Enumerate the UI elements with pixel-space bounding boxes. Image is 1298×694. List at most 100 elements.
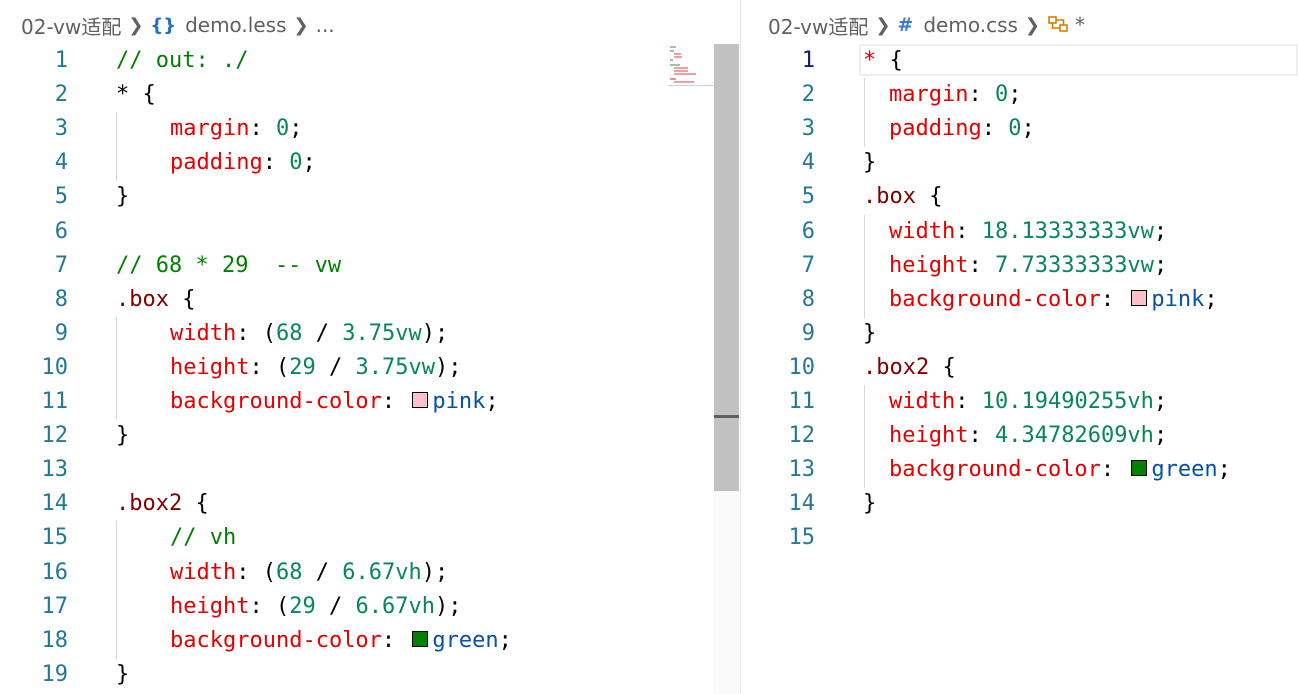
code-token: // vh — [170, 525, 237, 550]
code-token: / — [302, 321, 343, 346]
line-number: 7 — [801, 253, 815, 278]
code-text[interactable]: margin: 0; — [116, 112, 302, 146]
code-text[interactable]: width: 18.13333333vw; — [863, 215, 1167, 249]
color-swatch[interactable] — [1131, 460, 1148, 476]
code-text[interactable]: * { — [863, 44, 903, 78]
indent-guide — [116, 624, 117, 659]
code-token: 0 — [1008, 116, 1022, 141]
indent-guide — [864, 283, 865, 318]
code-token: ; — [1153, 389, 1168, 414]
line-number: 13 — [41, 457, 69, 482]
code-text[interactable]: .box { — [863, 180, 942, 214]
indent-guide — [116, 521, 117, 556]
line-number: 4 — [801, 150, 815, 175]
code-text[interactable]: .box2 { — [863, 351, 956, 385]
code-token: } — [116, 184, 130, 209]
code-token: ; — [1153, 423, 1168, 448]
code-token: ; — [485, 389, 499, 414]
line-number: 18 — [41, 628, 69, 653]
code-text[interactable]: } — [116, 658, 129, 692]
line-number: 6 — [801, 219, 815, 244]
color-swatch[interactable] — [412, 631, 429, 647]
code-token: 3.75vw — [342, 321, 422, 346]
chevron-right-icon: ❯ — [875, 14, 891, 36]
code-text[interactable]: background-color: green; — [863, 453, 1231, 487]
code-token: : — [968, 82, 995, 107]
code-text[interactable]: height: (29 / 3.75vw); — [116, 351, 461, 385]
line-number: 14 — [788, 491, 816, 516]
line-number: 9 — [801, 321, 815, 346]
code-token: : ( — [249, 355, 290, 380]
line-number: 3 — [801, 116, 815, 141]
code-token: background-color — [889, 457, 1101, 482]
indent-guide — [116, 146, 117, 181]
code-text[interactable]: padding: 0; — [116, 146, 316, 180]
breadcrumb-symbol[interactable]: * — [1075, 13, 1085, 37]
breadcrumb-file[interactable]: demo.less — [185, 13, 286, 37]
code-token: .box — [863, 184, 916, 209]
breadcrumb-more[interactable]: ... — [316, 13, 335, 37]
line-number: 15 — [788, 525, 816, 550]
code-text[interactable]: // 68 * 29 -- vw — [116, 249, 341, 283]
code-text[interactable]: padding: 0; — [863, 112, 1035, 146]
code-token: ); — [434, 594, 462, 619]
minimap[interactable] — [668, 44, 714, 86]
code-token: : — [955, 389, 982, 414]
left-editor-pane[interactable]: 02-vw适配 ❯ {} demo.less ❯ ... 1 // out: ./… — [0, 0, 740, 694]
code-text[interactable]: } — [863, 146, 876, 180]
code-text[interactable]: background-color: green; — [116, 624, 512, 658]
line-number: 17 — [41, 594, 69, 619]
code-text[interactable]: } — [116, 180, 129, 214]
scrollbar-thumb[interactable] — [714, 44, 739, 491]
breadcrumb-folder[interactable]: 02-vw适配 — [768, 11, 868, 40]
code-token: * — [863, 48, 877, 73]
code-text[interactable]: background-color: pink; — [863, 283, 1218, 317]
code-text[interactable]: .box { — [116, 283, 195, 317]
code-text[interactable]: .box2 { — [116, 487, 209, 521]
indent-guide — [116, 317, 117, 352]
code-text[interactable]: background-color: pink; — [116, 385, 499, 419]
right-editor-pane[interactable]: 02-vw适配 ❯ # demo.css ❯ * 1 * {2 margin: 0;… — [741, 0, 1298, 694]
breadcrumb: 02-vw适配 ❯ # demo.css ❯ * — [768, 10, 1085, 40]
line-number: 11 — [788, 389, 816, 414]
code-text[interactable]: width: (68 / 6.67vh); — [116, 556, 448, 590]
breadcrumb-folder[interactable]: 02-vw适配 — [21, 11, 121, 40]
code-text[interactable]: width: (68 / 3.75vw); — [116, 317, 448, 351]
code-token: 4.34782609vh — [994, 423, 1154, 448]
code-token: : — [262, 150, 290, 175]
breadcrumb: 02-vw适配 ❯ {} demo.less ❯ ... — [21, 10, 335, 40]
indent-guide — [116, 351, 117, 386]
line-number: 7 — [54, 253, 68, 278]
line-number: 16 — [41, 560, 69, 585]
code-text[interactable]: } — [863, 487, 876, 521]
code-text[interactable]: height: (29 / 6.67vh); — [116, 590, 461, 624]
code-token: margin — [889, 82, 969, 107]
indent-guide — [864, 249, 865, 284]
code-text[interactable]: // vh — [116, 521, 236, 555]
code-text[interactable]: } — [116, 419, 129, 453]
code-token: .box2 — [116, 491, 183, 516]
code-text[interactable]: * { — [116, 78, 156, 112]
code-token: .box — [116, 287, 169, 312]
code-text[interactable]: height: 4.34782609vh; — [863, 419, 1167, 453]
code-token: : — [1100, 457, 1128, 482]
code-text[interactable]: width: 10.19490255vh; — [863, 385, 1167, 419]
current-line-highlight — [859, 44, 1298, 76]
code-token: 0 — [289, 150, 303, 175]
line-number: 8 — [54, 287, 68, 312]
color-swatch[interactable] — [1131, 290, 1148, 306]
code-text[interactable]: height: 7.73333333vw; — [863, 249, 1167, 283]
line-number: 10 — [41, 355, 69, 380]
symbol-class-icon — [1048, 16, 1068, 32]
code-text[interactable]: } — [863, 317, 876, 351]
code-token: 6.67vh — [342, 560, 422, 585]
css-hash-icon: # — [897, 14, 914, 36]
breadcrumb-file[interactable]: demo.css — [923, 13, 1018, 37]
line-number: 11 — [41, 389, 69, 414]
color-swatch[interactable] — [412, 392, 429, 408]
code-token: height — [170, 594, 250, 619]
code-text[interactable]: margin: 0; — [863, 78, 1021, 112]
line-number: 2 — [801, 82, 815, 107]
code-token: / — [302, 560, 343, 585]
code-text[interactable]: // out: ./ — [116, 44, 248, 78]
